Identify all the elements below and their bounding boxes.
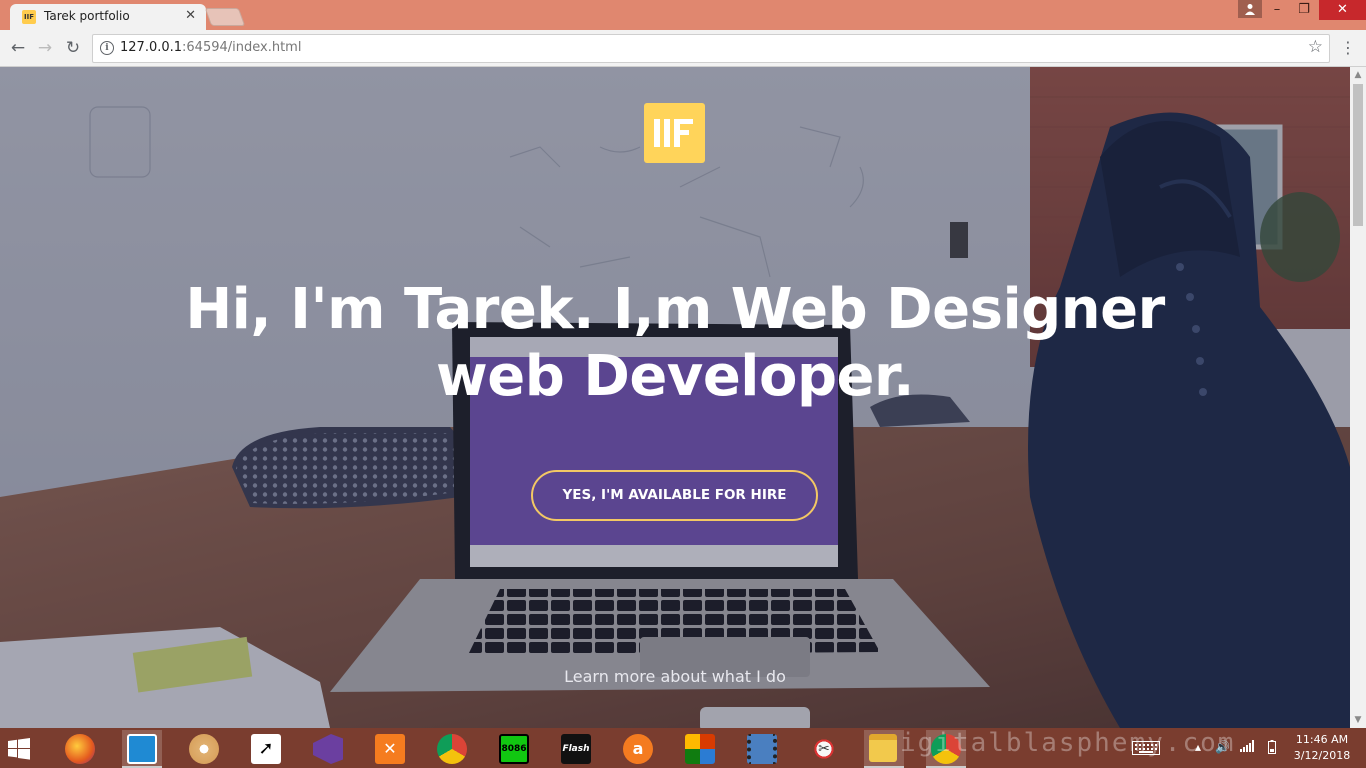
- video-icon: [747, 734, 777, 764]
- taskbar-file-explorer[interactable]: [864, 730, 904, 768]
- xampp-icon: ✕: [375, 734, 405, 764]
- scroll-up-arrow-icon[interactable]: ▲: [1350, 67, 1366, 83]
- clock-date: 3/12/2018: [1293, 749, 1351, 762]
- back-arrow-icon[interactable]: ←: [8, 38, 28, 58]
- scroll-down-arrow-icon[interactable]: ▼: [1350, 712, 1366, 728]
- office-icon: [685, 734, 715, 764]
- address-bar[interactable]: i 127.0.0.1:64594/index.html ☆: [92, 34, 1330, 63]
- chrome-icon: [437, 734, 467, 764]
- system-clock[interactable]: 11:46 AM 3/12/2018: [1290, 732, 1354, 764]
- taskbar-emu8086[interactable]: 8086: [494, 730, 534, 766]
- browser-toolbar: ← → ↻ i 127.0.0.1:64594/index.html ☆ ⋮: [0, 30, 1366, 67]
- restore-icon[interactable]: ❐: [1290, 0, 1318, 20]
- learn-more-link[interactable]: Learn more about what I do: [475, 667, 875, 686]
- taskbar-flash[interactable]: Flash: [556, 730, 596, 766]
- tab-tarek-portfolio[interactable]: IIF Tarek portfolio ✕: [10, 4, 206, 30]
- profile-button[interactable]: [1238, 0, 1262, 18]
- tray-chevron-up-icon[interactable]: ▴: [1195, 740, 1201, 754]
- logo-mark-icon: [654, 119, 693, 147]
- windows-taskbar: ➚ ✕ 8086 Flash a ✂ igitalblasphemy.com ▴…: [0, 728, 1366, 768]
- hero-headline-line1: Hi, I'm Tarek. I,m Web Designer: [185, 277, 1165, 342]
- taskbar-avast[interactable]: a: [618, 730, 658, 766]
- close-window-icon[interactable]: ✕: [1319, 0, 1366, 20]
- taskbar-snipping-tool[interactable]: ✂: [804, 730, 844, 766]
- keyboard-icon[interactable]: [1132, 741, 1160, 758]
- taskbar-visual-studio[interactable]: [308, 730, 348, 766]
- hero-headline-line2: web Developer.: [436, 344, 914, 409]
- cursor-tool-icon: ➚: [251, 734, 281, 764]
- clock-time: 11:46 AM: [1295, 733, 1349, 746]
- url-text: 127.0.0.1:64594/index.html: [120, 40, 301, 55]
- jetbrains-icon: [127, 734, 157, 764]
- battery-icon[interactable]: [1268, 740, 1276, 757]
- hero-headline: Hi, I'm Tarek. I,m Web Designer web Deve…: [175, 276, 1175, 410]
- wallpaper-watermark: igitalblasphemy.com: [900, 728, 1236, 758]
- taskbar-video[interactable]: [742, 730, 782, 766]
- new-tab-button[interactable]: [204, 8, 246, 26]
- paint-icon: [189, 734, 219, 764]
- taskbar-office[interactable]: [680, 730, 720, 766]
- windows-start-icon[interactable]: [8, 738, 30, 760]
- volume-icon[interactable]: 🔊: [1215, 740, 1230, 754]
- forward-arrow-icon[interactable]: →: [35, 38, 55, 58]
- page-scrollbar[interactable]: ▲ ▼: [1350, 67, 1366, 728]
- info-icon[interactable]: i: [100, 41, 114, 55]
- emu8086-icon: 8086: [499, 734, 529, 764]
- bookmark-star-icon[interactable]: ☆: [1308, 37, 1323, 57]
- menu-dots-icon[interactable]: ⋮: [1340, 38, 1356, 58]
- taskbar-xampp[interactable]: ✕: [370, 730, 410, 766]
- available-for-hire-button[interactable]: YES, I'M AVAILABLE FOR HIRE: [531, 470, 818, 521]
- taskbar-cursor-tool[interactable]: ➚: [246, 730, 286, 766]
- favicon-icon: IIF: [22, 10, 36, 24]
- taskbar-firefox[interactable]: [60, 730, 100, 766]
- url-host: 127.0.0.1: [120, 40, 183, 55]
- site-logo[interactable]: [644, 103, 705, 163]
- visual-studio-icon: [313, 734, 343, 764]
- taskbar-jetbrains[interactable]: [122, 730, 162, 768]
- page-viewport: Hi, I'm Tarek. I,m Web Designer web Deve…: [0, 67, 1350, 728]
- person-icon: [1245, 4, 1255, 15]
- url-path: :64594/index.html: [182, 40, 302, 55]
- flash-icon: Flash: [561, 734, 591, 764]
- scrollbar-thumb[interactable]: [1353, 84, 1363, 226]
- close-tab-icon[interactable]: ✕: [185, 8, 196, 23]
- minimize-icon[interactable]: –: [1263, 0, 1291, 20]
- taskbar-paint[interactable]: [184, 730, 224, 766]
- network-signal-icon[interactable]: [1240, 740, 1254, 755]
- tab-title: Tarek portfolio: [44, 9, 130, 23]
- firefox-icon: [65, 734, 95, 764]
- taskbar-chrome[interactable]: [432, 730, 472, 766]
- file-explorer-icon: [869, 734, 897, 762]
- avast-icon: a: [623, 734, 653, 764]
- snipping-tool-icon: ✂: [809, 734, 839, 764]
- reload-icon[interactable]: ↻: [63, 38, 83, 58]
- browser-title-bar: IIF Tarek portfolio ✕ – ❐ ✕: [0, 0, 1366, 30]
